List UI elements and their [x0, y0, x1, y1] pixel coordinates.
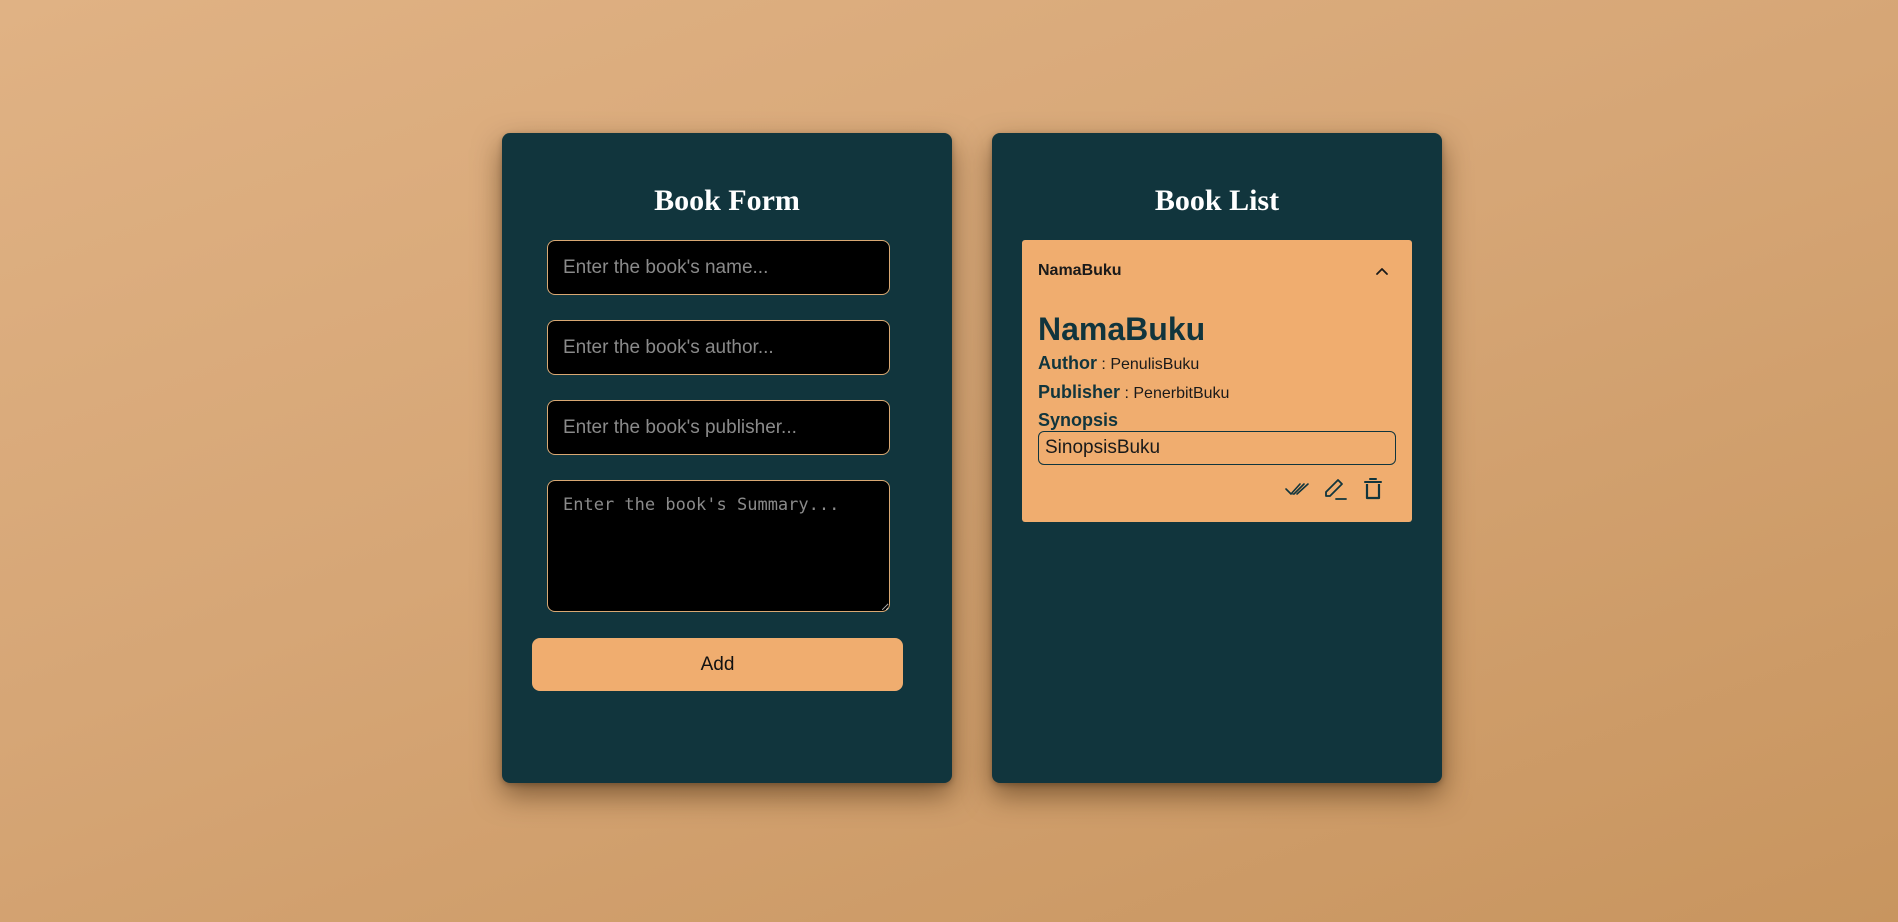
author-label: Author: [1038, 353, 1097, 373]
trash-icon[interactable]: [1360, 476, 1386, 502]
book-card-header-title: NamaBuku: [1038, 262, 1122, 279]
publisher-label: Publisher: [1038, 382, 1121, 402]
pencil-icon[interactable]: [1322, 476, 1348, 502]
add-button[interactable]: Add: [532, 638, 903, 691]
book-list-panel: Book List NamaBuku NamaBuku Author : Pen…: [992, 133, 1442, 783]
author-value: : PenulisBuku: [1096, 356, 1200, 373]
book-publisher-row: Publisher : PenerbitBuku: [1038, 382, 1229, 403]
book-author-input[interactable]: [547, 320, 890, 375]
book-author-row: Author : PenulisBuku: [1038, 353, 1199, 374]
publisher-value: : PenerbitBuku: [1120, 385, 1230, 402]
synopsis-box: SinopsisBuku: [1038, 431, 1396, 465]
book-card: NamaBuku NamaBuku Author : PenulisBuku P…: [1022, 240, 1412, 522]
double-check-icon[interactable]: [1284, 476, 1310, 502]
book-publisher-input[interactable]: [547, 400, 890, 455]
book-card-header[interactable]: NamaBuku: [1022, 240, 1412, 302]
chevron-up-icon[interactable]: [1374, 263, 1390, 279]
book-list-title: Book List: [1154, 184, 1280, 217]
book-summary-textarea[interactable]: [547, 480, 890, 612]
book-form-panel: Book Form Add: [502, 133, 952, 783]
synopsis-label: Synopsis: [1038, 410, 1119, 430]
book-name-input[interactable]: [547, 240, 890, 295]
book-name-heading: NamaBuku: [1038, 311, 1206, 347]
book-form-title: Book Form: [654, 184, 800, 217]
